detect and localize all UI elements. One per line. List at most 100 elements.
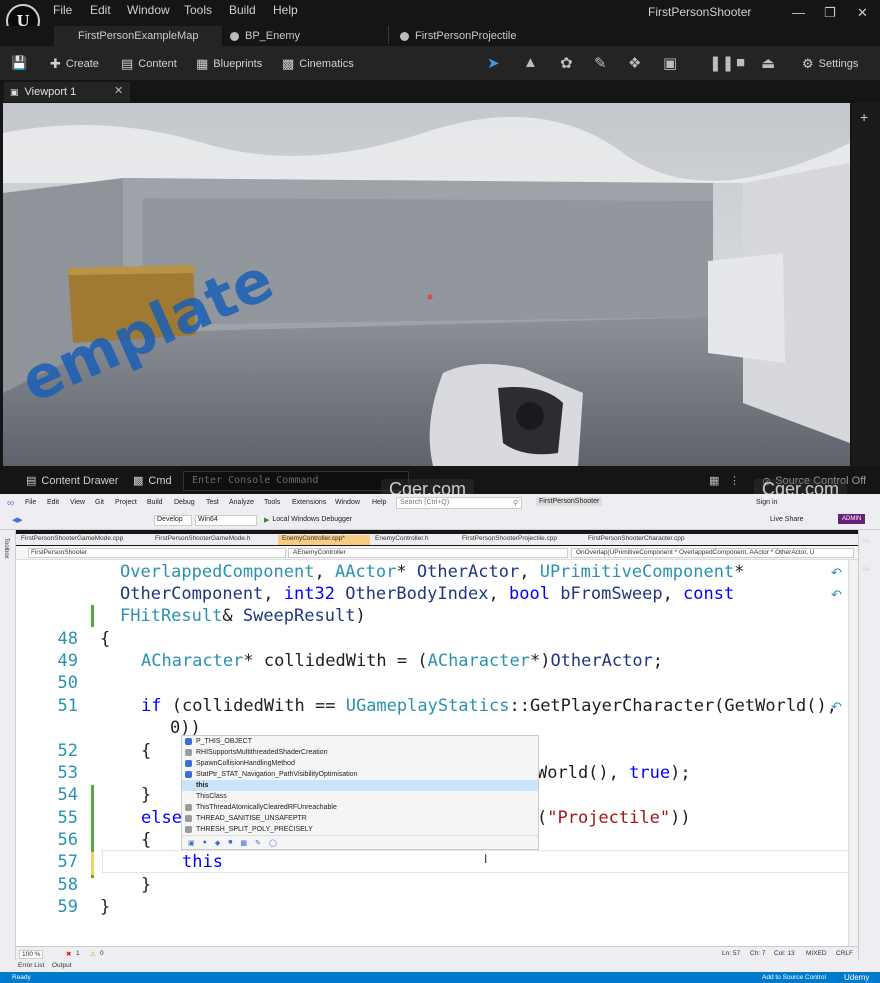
doc-tab-projectile-cpp[interactable]: FirstPersonShooterProjectile.cpp	[458, 535, 583, 545]
menu-build[interactable]: Build	[229, 3, 256, 17]
search-tab[interactable]: Se	[862, 566, 870, 573]
doc-tab-enemycontroller-cpp[interactable]: EnemyController.cpp*	[278, 535, 370, 545]
maximize-icon[interactable]: ❐	[824, 5, 836, 21]
run-debugger-button[interactable]: ▶ Local Windows Debugger	[264, 516, 352, 524]
vs-editor-status: 100 % ✖ 1 ⚠ 0 Ln: 57 Ch: 7 Col: 13 MIXED…	[16, 946, 858, 960]
filter-icon[interactable]: ▩	[240, 839, 247, 847]
cmd-button[interactable]: ▩ Cmd	[133, 474, 172, 488]
viewport-close-icon[interactable]: ✕	[114, 84, 123, 97]
more-icon[interactable]: ⋮	[729, 474, 740, 487]
doc-tab-gamemode-h[interactable]: FirstPersonShooterGameMode.h	[151, 535, 277, 545]
vs-menu-extensions[interactable]: Extensions	[292, 499, 326, 506]
vs-menu-test[interactable]: Test	[206, 499, 219, 506]
content-drawer-button[interactable]: ▤ Content Drawer	[26, 474, 118, 488]
pause-icon[interactable]: ❚❚	[709, 54, 734, 72]
vs-menu-git[interactable]: Git	[95, 499, 104, 506]
select-mode-icon[interactable]: ➤	[487, 54, 500, 72]
sign-in-link[interactable]: Sign in	[756, 499, 777, 506]
fracture-mode-icon[interactable]: ❖	[628, 54, 641, 72]
game-viewport[interactable]: emplate	[3, 103, 850, 466]
back-forward-icon[interactable]: ◀▶	[12, 516, 23, 524]
vs-menu-view[interactable]: View	[70, 499, 85, 506]
scope-dropdown[interactable]: AEnemyController	[288, 548, 568, 558]
menu-window[interactable]: Window	[127, 3, 170, 17]
vs-menu-help[interactable]: Help	[372, 499, 386, 506]
tab-firstpersonprojectile[interactable]: FirstPersonProjectile	[396, 26, 586, 46]
completion-item[interactable]: THREAD_SANITISE_UNSAFEPTR	[182, 813, 538, 824]
tab-bp-enemy[interactable]: BP_Enemy	[226, 26, 386, 46]
vs-status-bar: Ready Add to Source Control Udemy	[0, 972, 880, 983]
line-ending[interactable]: CRLF	[836, 950, 853, 957]
paint-mode-icon[interactable]: ✎	[594, 54, 607, 72]
completion-item[interactable]: THRESH_SPLIT_POLY_PRECISELY	[182, 824, 538, 835]
word-wrap-icon: ↶	[831, 565, 842, 580]
vs-menu-project[interactable]: Project	[115, 499, 137, 506]
vs-menu-edit[interactable]: Edit	[47, 499, 59, 506]
doc-tab-enemycontroller-h[interactable]: EnemyController.h	[371, 535, 457, 545]
filter-icon[interactable]: ✎	[255, 839, 261, 847]
minimize-icon[interactable]: —	[792, 5, 805, 20]
menu-edit[interactable]: Edit	[90, 3, 111, 17]
content-button[interactable]: ▤ Content	[121, 56, 177, 72]
save-icon[interactable]: 💾	[11, 55, 27, 71]
vs-menu-file[interactable]: File	[25, 499, 36, 506]
warning-icon[interactable]: ⚠	[90, 950, 96, 958]
configuration-select[interactable]: Develop	[154, 515, 192, 526]
whitespace-mode[interactable]: MIXED	[806, 950, 827, 957]
zoom-level[interactable]: 100 %	[19, 950, 44, 959]
intellisense-popup[interactable]: P_THIS_OBJECT RHISupportsMultithreadedSh…	[181, 735, 539, 850]
create-button[interactable]: ✚ Create	[50, 56, 99, 72]
completion-item-selected[interactable]: this	[182, 780, 538, 791]
completion-item[interactable]: ThisClass	[182, 791, 538, 802]
completion-item[interactable]: RHISupportsMultithreadedShaderCreation	[182, 747, 538, 758]
vs-menu-window[interactable]: Window	[335, 499, 360, 506]
completion-item[interactable]: SpawnCollisionHandlingMethod	[182, 758, 538, 769]
stop-icon[interactable]: ■	[736, 54, 745, 71]
landscape-mode-icon[interactable]: ▲	[523, 54, 538, 71]
settings-button[interactable]: ⚙ Settings	[802, 56, 858, 72]
filter-icon[interactable]: ■	[228, 839, 232, 846]
word-wrap-icon: ↶	[831, 587, 842, 602]
modeling-mode-icon[interactable]: ▣	[663, 54, 677, 72]
member-dropdown[interactable]: OnOverlap(UPrimitiveComponent * Overlapp…	[571, 548, 854, 558]
platform-select[interactable]: Win64	[195, 515, 257, 526]
completion-item[interactable]: ThisThreadAtomicallyClearedRFUnreachable	[182, 802, 538, 813]
close-icon[interactable]: ✕	[857, 5, 868, 21]
panel-icon[interactable]: ▦	[709, 474, 719, 487]
completion-label: THREAD_SANITISE_UNSAFEPTR	[196, 815, 307, 822]
add-icon[interactable]: +	[860, 109, 868, 125]
solution-explorer-tab[interactable]: So	[862, 538, 870, 545]
vs-menu-analyze[interactable]: Analyze	[229, 499, 254, 506]
live-share-button[interactable]: Live Share	[770, 516, 803, 523]
add-source-control-button[interactable]: Add to Source Control	[762, 974, 826, 981]
completion-item[interactable]: StatPtr_STAT_Navigation_PathVisibilityOp…	[182, 769, 538, 780]
toolbox-tab[interactable]: Toolbox	[3, 538, 9, 559]
project-dropdown[interactable]: FirstPersonShooter	[28, 548, 286, 558]
vs-menu-build[interactable]: Build	[147, 499, 163, 506]
doc-tab-character-cpp[interactable]: FirstPersonShooterCharacter.cpp	[584, 535, 714, 545]
filter-icon[interactable]: ●	[203, 839, 207, 846]
vs-search-input[interactable]: Search (Ctrl+Q) ⚲	[396, 497, 522, 509]
completion-item[interactable]: P_THIS_OBJECT	[182, 736, 538, 747]
blueprints-button[interactable]: ▦ Blueprints	[196, 56, 262, 72]
cinematics-button[interactable]: ▩ Cinematics	[282, 56, 354, 72]
menu-help[interactable]: Help	[273, 3, 298, 17]
error-list-tab[interactable]: Error List	[18, 962, 44, 969]
console-command-input[interactable]: Enter Console Command	[183, 471, 409, 491]
vs-menu-debug[interactable]: Debug	[174, 499, 195, 506]
error-icon[interactable]: ✖	[66, 950, 71, 958]
menu-file[interactable]: File	[53, 3, 72, 17]
tab-firstpersonexamplemap[interactable]: FirstPersonExampleMap	[54, 26, 222, 46]
doc-tab-gamemode-cpp[interactable]: FirstPersonShooterGameMode.cpp	[17, 535, 150, 545]
eject-icon[interactable]: ⏏	[761, 54, 775, 72]
editor-scrollbar[interactable]	[848, 560, 858, 946]
filter-icon[interactable]: ◯	[269, 839, 277, 847]
filter-icon[interactable]: ▣	[188, 839, 195, 847]
menu-tools[interactable]: Tools	[184, 3, 212, 17]
tab-viewport-1[interactable]: ▣ Viewport 1	[4, 82, 130, 102]
output-tab[interactable]: Output	[52, 962, 72, 969]
filter-icon[interactable]: ◆	[215, 839, 220, 847]
vs-menu-tools[interactable]: Tools	[264, 499, 280, 506]
foliage-mode-icon[interactable]: ✿	[560, 54, 573, 72]
completion-filter-bar[interactable]: ▣ ● ◆ ■ ▩ ✎ ◯	[182, 835, 538, 849]
